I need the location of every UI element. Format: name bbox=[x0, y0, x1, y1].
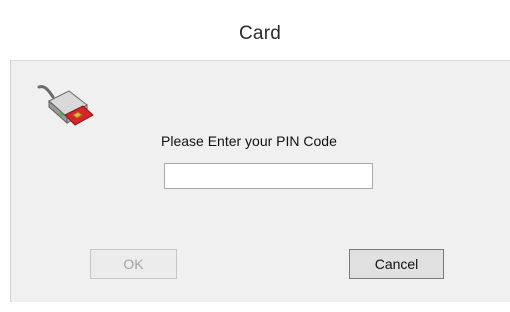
title-bar[interactable]: Card bbox=[10, 8, 510, 60]
pin-code-input[interactable] bbox=[164, 163, 373, 189]
dialog-window: Card Please Enter your PIN Code OK Cance… bbox=[0, 0, 510, 312]
dialog-body: Please Enter your PIN Code OK Cancel bbox=[10, 60, 510, 302]
window-title: Card bbox=[239, 23, 281, 44]
ok-button[interactable]: OK bbox=[90, 249, 177, 279]
pin-prompt-label: Please Enter your PIN Code bbox=[161, 133, 337, 149]
card-reader-icon bbox=[35, 81, 99, 133]
cancel-button[interactable]: Cancel bbox=[349, 249, 444, 279]
